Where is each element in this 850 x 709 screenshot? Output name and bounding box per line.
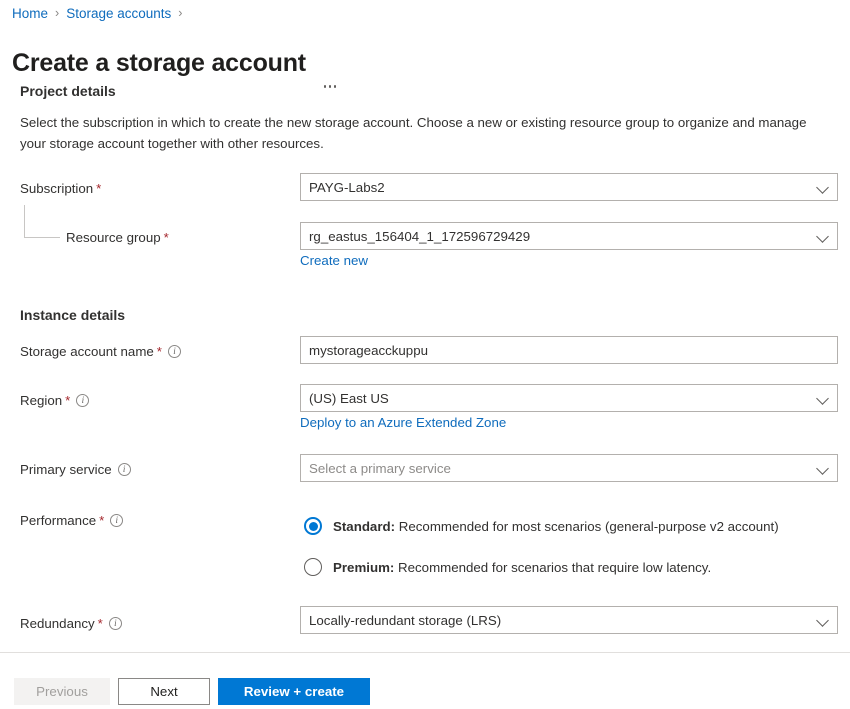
redundancy-value: Locally-redundant storage (LRS) <box>309 612 502 628</box>
redundancy-label: Redundancy * i <box>20 616 122 631</box>
performance-option-premium-name: Premium <box>333 559 390 575</box>
deploy-extended-zone-link[interactable]: Deploy to an Azure Extended Zone <box>300 415 506 430</box>
performance-required-asterisk: * <box>99 513 105 528</box>
chevron-down-icon <box>817 392 829 404</box>
breadcrumb: Home › Storage accounts › <box>12 3 189 23</box>
chevron-down-icon <box>817 230 829 242</box>
performance-option-standard[interactable]: Standard: Recommended for most scenarios… <box>304 517 779 535</box>
performance-option-standard-text: Standard: Recommended for most scenarios… <box>333 519 779 534</box>
performance-label-text: Performance <box>20 513 97 528</box>
performance-option-standard-name: Standard <box>333 518 391 534</box>
performance-option-premium[interactable]: Premium: Recommended for scenarios that … <box>304 558 711 576</box>
resource-group-label-text: Resource group <box>66 230 161 245</box>
page-title: Create a storage account <box>12 48 306 77</box>
region-required-asterisk: * <box>65 393 71 408</box>
info-icon[interactable]: i <box>76 394 90 407</box>
project-details-heading: Project details <box>20 83 116 99</box>
create-storage-account-page: Home › Storage accounts › Create a stora… <box>0 0 850 709</box>
subscription-label: Subscription * <box>20 181 101 196</box>
radio-premium[interactable] <box>304 558 322 576</box>
subscription-label-text: Subscription <box>20 181 94 196</box>
region-dropdown[interactable]: (US) East US <box>300 384 838 412</box>
performance-option-premium-desc: Recommended for scenarios that require l… <box>394 559 712 575</box>
region-value: (US) East US <box>309 390 389 406</box>
primary-service-label: Primary service i <box>20 462 131 477</box>
footer-actions: Previous Next Review + create <box>14 678 370 705</box>
resource-group-required-asterisk: * <box>163 230 169 245</box>
radio-standard[interactable] <box>304 517 322 535</box>
footer-divider <box>0 652 850 653</box>
performance-label: Performance * i <box>20 513 124 528</box>
performance-option-premium-text: Premium: Recommended for scenarios that … <box>333 560 711 575</box>
subscription-dropdown[interactable]: PAYG-Labs2 <box>300 173 838 201</box>
region-label-text: Region <box>20 393 63 408</box>
performance-option-standard-desc: Recommended for most scenarios (general-… <box>395 518 779 534</box>
storage-account-name-label-text: Storage account name <box>20 344 154 359</box>
storage-account-name-input[interactable]: mystorageacckuppu <box>300 336 838 364</box>
resource-group-tree-connector <box>24 205 60 238</box>
breadcrumb-separator-1: › <box>55 6 60 20</box>
subscription-value: PAYG-Labs2 <box>309 179 385 195</box>
resource-group-dropdown[interactable]: rg_eastus_156404_1_172596729429 <box>300 222 838 250</box>
resource-group-value: rg_eastus_156404_1_172596729429 <box>309 228 531 244</box>
info-icon[interactable]: i <box>108 617 122 630</box>
redundancy-dropdown[interactable]: Locally-redundant storage (LRS) <box>300 606 838 634</box>
next-button[interactable]: Next <box>118 678 210 705</box>
subscription-required-asterisk: * <box>96 181 102 196</box>
primary-service-label-text: Primary service <box>20 462 112 477</box>
info-icon[interactable]: i <box>167 345 181 358</box>
previous-button[interactable]: Previous <box>14 678 110 705</box>
create-new-resource-group-link[interactable]: Create new <box>300 253 368 268</box>
breadcrumb-separator-2: › <box>178 6 183 20</box>
region-label: Region * i <box>20 393 90 408</box>
ellipsis-dot-1 <box>323 85 327 88</box>
redundancy-label-text: Redundancy <box>20 616 95 631</box>
primary-service-value: Select a primary service <box>309 460 451 476</box>
primary-service-dropdown[interactable]: Select a primary service <box>300 454 838 482</box>
instance-details-heading: Instance details <box>20 307 126 323</box>
info-icon[interactable]: i <box>110 514 124 527</box>
chevron-down-icon <box>817 614 829 626</box>
breadcrumb-item-storage-accounts[interactable]: Storage accounts <box>66 6 171 21</box>
storage-account-name-label: Storage account name * i <box>20 344 181 359</box>
more-options-icon[interactable] <box>322 83 339 90</box>
info-icon[interactable]: i <box>117 463 131 476</box>
ellipsis-dot-3 <box>333 85 337 88</box>
storage-account-name-required-asterisk: * <box>156 344 162 359</box>
resource-group-label: Resource group * <box>66 230 169 245</box>
redundancy-required-asterisk: * <box>97 616 103 631</box>
review-create-button[interactable]: Review + create <box>218 678 370 705</box>
chevron-down-icon <box>817 462 829 474</box>
breadcrumb-item-home[interactable]: Home <box>12 6 48 21</box>
storage-account-name-value: mystorageacckuppu <box>309 342 428 358</box>
chevron-down-icon <box>817 181 829 193</box>
ellipsis-dot-2 <box>328 85 332 88</box>
project-details-description: Select the subscription in which to crea… <box>20 115 807 151</box>
